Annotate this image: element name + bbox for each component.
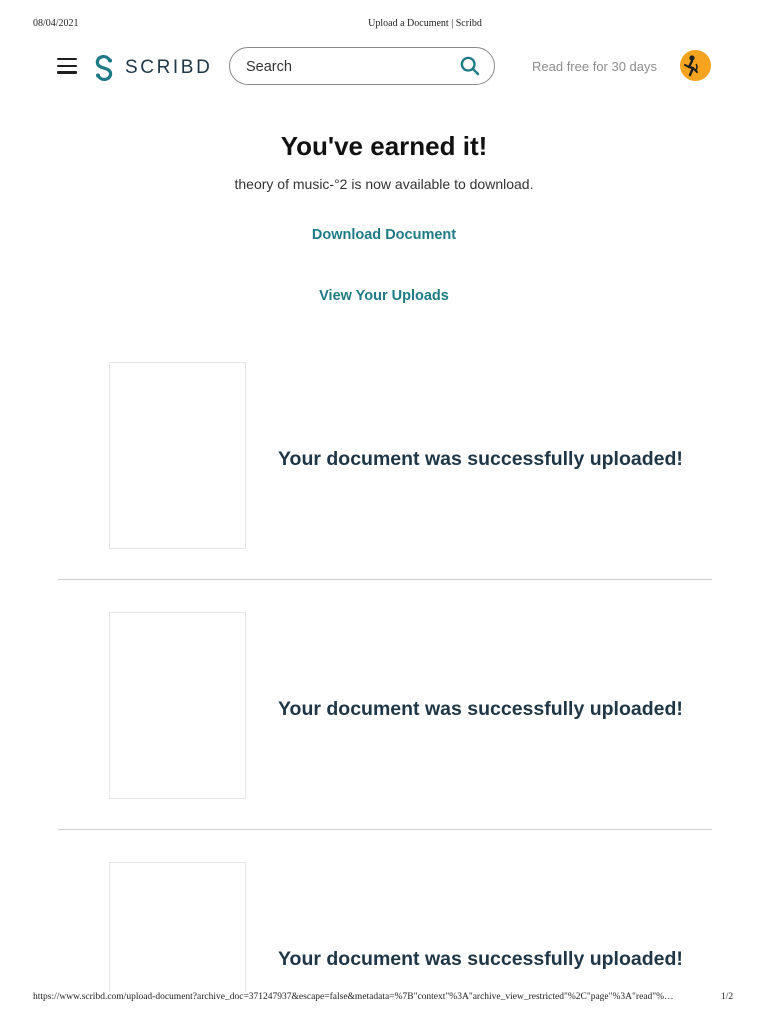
upload-success-message: Your document was successfully uploaded!: [278, 448, 683, 470]
upload-card: Your document was successfully uploaded!: [58, 862, 712, 992]
print-page-number: 1/2: [721, 992, 734, 1002]
print-title: Upload a Document | Scribd: [368, 18, 482, 29]
divider: [58, 829, 712, 830]
download-document-label[interactable]: Download Document: [312, 227, 456, 243]
print-url: https://www.scribd.com/upload-document?a…: [33, 992, 674, 1002]
page-title: You've earned it!: [280, 131, 488, 161]
search-box[interactable]: [229, 47, 495, 85]
upload-success-message: Your document was successfully uploaded!: [278, 698, 683, 720]
print-date: 08/04/2021: [33, 18, 79, 29]
view-uploads-label[interactable]: View Your Uploads: [319, 288, 449, 304]
top-header: SCRIBD Read free for 30 days: [0, 44, 768, 90]
logo-text: SCRIBD: [125, 57, 213, 78]
download-document-link[interactable]: Download Document: [0, 227, 768, 243]
search-icon[interactable]: [460, 56, 480, 76]
upload-card: Your document was successfully uploaded!: [58, 612, 712, 830]
view-uploads-link[interactable]: View Your Uploads: [0, 288, 768, 304]
search-input[interactable]: [244, 55, 448, 79]
upload-card: Your document was successfully uploaded!: [58, 362, 712, 580]
availability-message: theory of music-°2 is now available to d…: [234, 176, 534, 192]
menu-icon[interactable]: [57, 58, 77, 74]
document-thumbnail[interactable]: [109, 612, 246, 799]
scribd-logo-icon: [95, 54, 113, 81]
scribd-logo[interactable]: SCRIBD: [93, 53, 212, 83]
avatar[interactable]: [680, 50, 711, 81]
upload-success-message: Your document was successfully uploaded!: [278, 948, 683, 970]
document-thumbnail[interactable]: [109, 862, 246, 992]
document-thumbnail[interactable]: [109, 362, 246, 549]
divider: [58, 579, 712, 580]
read-free-link[interactable]: Read free for 30 days: [532, 59, 657, 74]
avatar-figure-icon: [684, 55, 698, 77]
